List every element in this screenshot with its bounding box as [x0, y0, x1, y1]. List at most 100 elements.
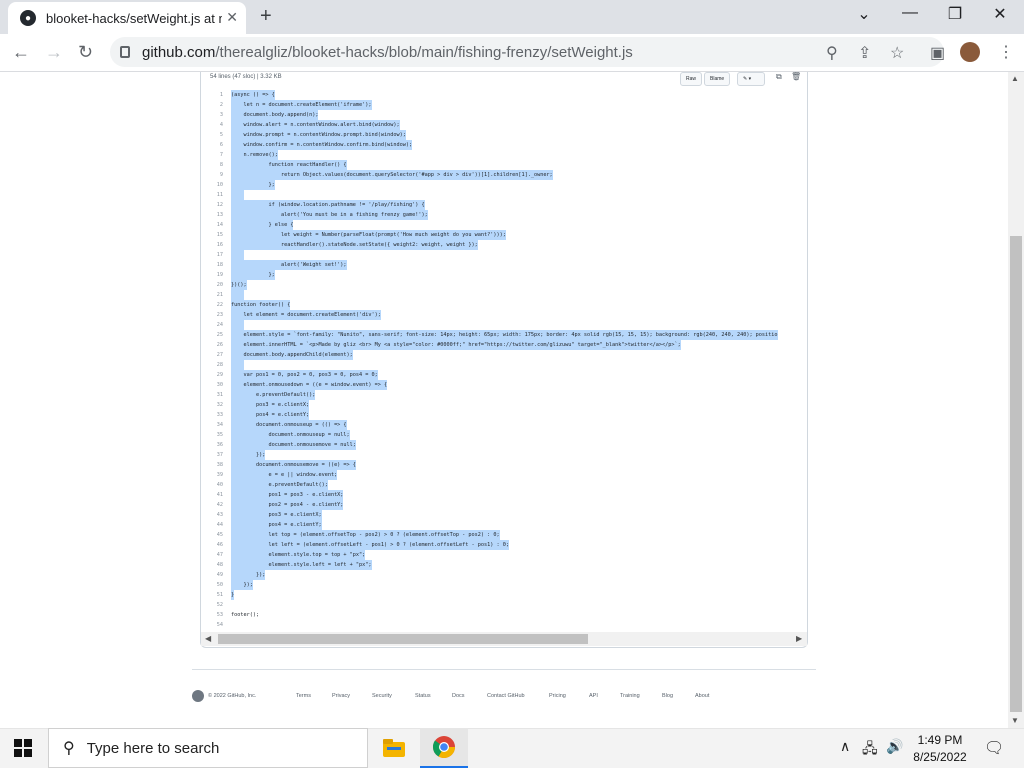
line-number[interactable]: 28 [201, 360, 223, 370]
scroll-up-arrow-icon[interactable]: ▲ [1011, 74, 1019, 83]
line-number[interactable]: 26 [201, 340, 223, 350]
menu-kebab-icon[interactable]: ⋮ [998, 42, 1014, 62]
volume-icon[interactable]: 🔊 [886, 738, 903, 755]
line-number[interactable]: 44 [201, 520, 223, 530]
profile-avatar[interactable] [960, 42, 980, 62]
line-number[interactable]: 18 [201, 260, 223, 270]
line-number[interactable]: 52 [201, 600, 223, 610]
close-window-button[interactable]: ✕ [980, 4, 1020, 24]
line-number[interactable]: 25 [201, 330, 223, 340]
line-number[interactable]: 35 [201, 430, 223, 440]
line-number[interactable]: 42 [201, 500, 223, 510]
line-number[interactable]: 3 [201, 110, 223, 120]
line-number[interactable]: 54 [201, 620, 223, 630]
line-number[interactable]: 12 [201, 200, 223, 210]
line-number[interactable]: 21 [201, 290, 223, 300]
blame-button[interactable]: Blame [704, 72, 731, 86]
line-number[interactable]: 37 [201, 450, 223, 460]
line-number[interactable]: 38 [201, 460, 223, 470]
forward-button[interactable]: → [45, 42, 63, 63]
line-number[interactable]: 15 [201, 230, 223, 240]
tab-search-icon[interactable]: ⌄ [844, 4, 884, 24]
side-panel-icon[interactable]: ▣ [930, 43, 945, 63]
tab-close-icon[interactable]: ✕ [226, 9, 238, 26]
page-scrollbar-thumb[interactable] [1010, 236, 1022, 712]
line-number[interactable]: 20 [201, 280, 223, 290]
line-number[interactable]: 13 [201, 210, 223, 220]
line-number[interactable]: 32 [201, 400, 223, 410]
raw-button[interactable]: Raw [680, 72, 703, 86]
scroll-down-arrow-icon[interactable]: ▼ [1011, 716, 1019, 725]
line-number[interactable]: 9 [201, 170, 223, 180]
edit-pencil-icon[interactable]: ✎ ▾ [737, 72, 765, 86]
line-number[interactable]: 10 [201, 180, 223, 190]
line-number[interactable]: 43 [201, 510, 223, 520]
line-number[interactable]: 1 [201, 90, 223, 100]
footer-link[interactable]: Blog [662, 693, 673, 699]
file-explorer-icon[interactable] [370, 728, 418, 768]
line-number[interactable]: 41 [201, 490, 223, 500]
minimize-button[interactable]: — [890, 4, 930, 22]
line-number[interactable]: 48 [201, 560, 223, 570]
back-button[interactable]: ← [12, 42, 30, 63]
bookmark-star-icon[interactable]: ☆ [890, 43, 904, 63]
scroll-right-arrow-icon[interactable]: ▶ [796, 634, 802, 643]
line-number[interactable]: 30 [201, 380, 223, 390]
line-number[interactable]: 24 [201, 320, 223, 330]
address-bar[interactable]: github.com/therealgliz/blooket-hacks/blo… [110, 37, 944, 67]
footer-link[interactable]: Contact GitHub [487, 693, 525, 699]
reload-button[interactable]: ↻ [78, 42, 93, 63]
line-number[interactable]: 51 [201, 590, 223, 600]
taskbar-clock[interactable]: 1:49 PM 8/25/2022 [904, 732, 976, 766]
footer-link[interactable]: Security [372, 693, 392, 699]
line-number[interactable]: 27 [201, 350, 223, 360]
footer-link[interactable]: API [589, 693, 598, 699]
line-number[interactable]: 2 [201, 100, 223, 110]
copy-icon[interactable]: ⧉ [776, 72, 782, 82]
line-number[interactable]: 23 [201, 310, 223, 320]
line-number[interactable]: 36 [201, 440, 223, 450]
line-number[interactable]: 39 [201, 470, 223, 480]
line-number[interactable]: 19 [201, 270, 223, 280]
line-number[interactable]: 34 [201, 420, 223, 430]
code-horizontal-scrollbar-thumb[interactable] [218, 634, 588, 644]
line-number[interactable]: 11 [201, 190, 223, 200]
footer-link[interactable]: About [695, 693, 709, 699]
footer-link[interactable]: Status [415, 693, 431, 699]
line-number[interactable]: 45 [201, 530, 223, 540]
new-tab-button[interactable]: + [260, 5, 272, 28]
footer-link[interactable]: Terms [296, 693, 311, 699]
line-number[interactable]: 29 [201, 370, 223, 380]
footer-link[interactable]: Training [620, 693, 640, 699]
windows-start-icon[interactable] [14, 739, 32, 762]
line-number[interactable]: 46 [201, 540, 223, 550]
taskbar-search-input[interactable]: ⚲ Type here to search [48, 728, 368, 768]
line-number[interactable]: 33 [201, 410, 223, 420]
line-number[interactable]: 5 [201, 130, 223, 140]
line-number[interactable]: 8 [201, 160, 223, 170]
line-number[interactable]: 31 [201, 390, 223, 400]
zoom-icon[interactable]: ⚲ [826, 43, 838, 63]
network-icon[interactable]: 🖧 [862, 738, 878, 762]
browser-tab[interactable]: ● blooket-hacks/setWeight.js at main ✕ [8, 2, 246, 34]
line-number[interactable]: 6 [201, 140, 223, 150]
line-number[interactable]: 47 [201, 550, 223, 560]
line-number[interactable]: 16 [201, 240, 223, 250]
github-logo-icon[interactable] [192, 690, 204, 702]
line-number[interactable]: 50 [201, 580, 223, 590]
line-number[interactable]: 53 [201, 610, 223, 620]
line-number[interactable]: 40 [201, 480, 223, 490]
chrome-taskbar-icon[interactable] [420, 728, 468, 768]
footer-link[interactable]: Pricing [549, 693, 566, 699]
line-number[interactable]: 17 [201, 250, 223, 260]
tray-chevron-up-icon[interactable]: ∧ [840, 738, 850, 755]
footer-link[interactable]: Docs [452, 693, 465, 699]
line-number[interactable]: 22 [201, 300, 223, 310]
line-number[interactable]: 14 [201, 220, 223, 230]
share-icon[interactable]: ⇪ [858, 43, 871, 63]
trash-icon[interactable]: 🗑 [791, 72, 801, 81]
line-number[interactable]: 49 [201, 570, 223, 580]
notification-icon[interactable]: 🗨 [984, 738, 1004, 758]
code-view[interactable]: 1 (async () => {2 let n = document.create… [201, 90, 807, 630]
scroll-left-arrow-icon[interactable]: ◀ [205, 634, 211, 643]
